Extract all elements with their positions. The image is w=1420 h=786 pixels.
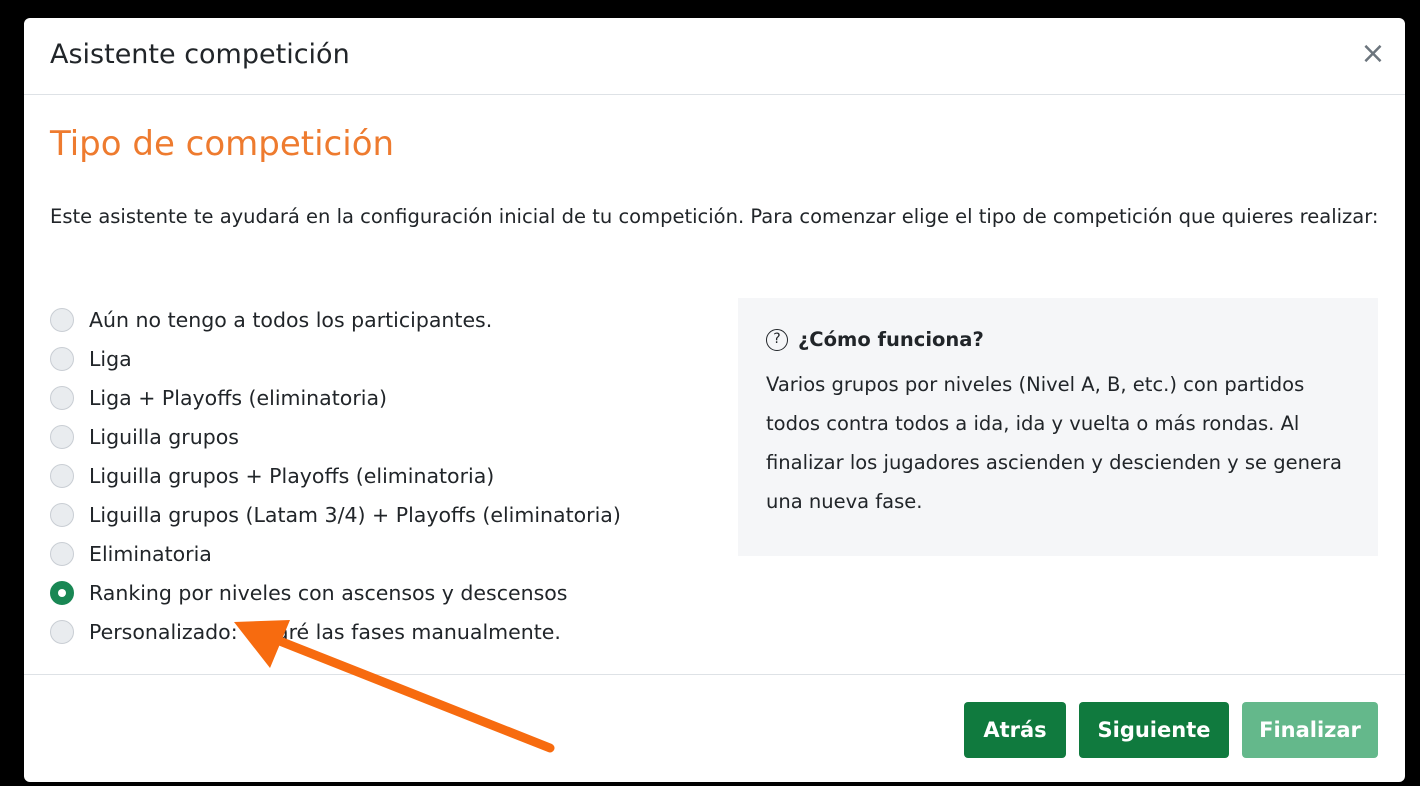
radio-button[interactable] (50, 424, 74, 449)
radio-button[interactable] (50, 307, 74, 332)
competition-type-option[interactable]: Ranking por niveles con ascensos y desce… (50, 573, 621, 612)
info-box: ? ¿Cómo funciona? Varios grupos por nive… (738, 298, 1378, 556)
option-label: Personalizado: crearé las fases manualme… (89, 619, 561, 644)
competition-type-option[interactable]: Aún no tengo a todos los participantes. (50, 300, 621, 339)
option-label: Liguilla grupos (Latam 3/4) + Playoffs (… (89, 502, 621, 527)
option-label: Liga (89, 346, 132, 371)
modal-title: Asistente competición (50, 39, 350, 70)
radio-button[interactable] (50, 502, 74, 527)
modal-footer: Atrás Siguiente Finalizar (24, 674, 1405, 782)
option-label: Eliminatoria (89, 541, 212, 566)
radio-button[interactable] (50, 580, 74, 605)
question-circle-icon: ? (766, 328, 788, 351)
competition-wizard-modal: Asistente competición × Tipo de competic… (24, 18, 1405, 782)
close-icon[interactable]: × (1357, 38, 1389, 70)
option-label: Ranking por niveles con ascensos y desce… (89, 580, 568, 605)
intro-text: Este asistente te ayudará en la configur… (50, 205, 1379, 228)
radio-button[interactable] (50, 541, 74, 566)
next-button[interactable]: Siguiente (1079, 702, 1229, 758)
option-label: Aún no tengo a todos los participantes. (89, 307, 493, 332)
radio-button[interactable] (50, 619, 74, 644)
competition-type-option[interactable]: Liguilla grupos (Latam 3/4) + Playoffs (… (50, 495, 621, 534)
competition-type-radio-group: Aún no tengo a todos los participantes. L… (50, 300, 621, 651)
competition-type-option[interactable]: Liguilla grupos + Playoffs (eliminatoria… (50, 456, 621, 495)
competition-type-option[interactable]: Eliminatoria (50, 534, 621, 573)
info-title-text: ¿Cómo funciona? (798, 328, 984, 351)
info-title: ? ¿Cómo funciona? (766, 328, 1350, 351)
info-text: Varios grupos por niveles (Nivel A, B, e… (766, 373, 1342, 513)
option-label: Liga + Playoffs (eliminatoria) (89, 385, 388, 410)
back-button[interactable]: Atrás (964, 702, 1066, 758)
section-title: Tipo de competición (50, 124, 395, 164)
competition-type-option[interactable]: Liga (50, 339, 621, 378)
modal-header: Asistente competición × (24, 18, 1405, 95)
competition-type-option[interactable]: Liga + Playoffs (eliminatoria) (50, 378, 621, 417)
competition-type-option[interactable]: Personalizado: crearé las fases manualme… (50, 612, 621, 651)
radio-button[interactable] (50, 463, 74, 488)
finish-button[interactable]: Finalizar (1242, 702, 1378, 758)
radio-button[interactable] (50, 346, 74, 371)
option-label: Liguilla grupos + Playoffs (eliminatoria… (89, 463, 495, 488)
competition-type-option[interactable]: Liguilla grupos (50, 417, 621, 456)
radio-button[interactable] (50, 385, 74, 410)
option-label: Liguilla grupos (89, 424, 239, 449)
